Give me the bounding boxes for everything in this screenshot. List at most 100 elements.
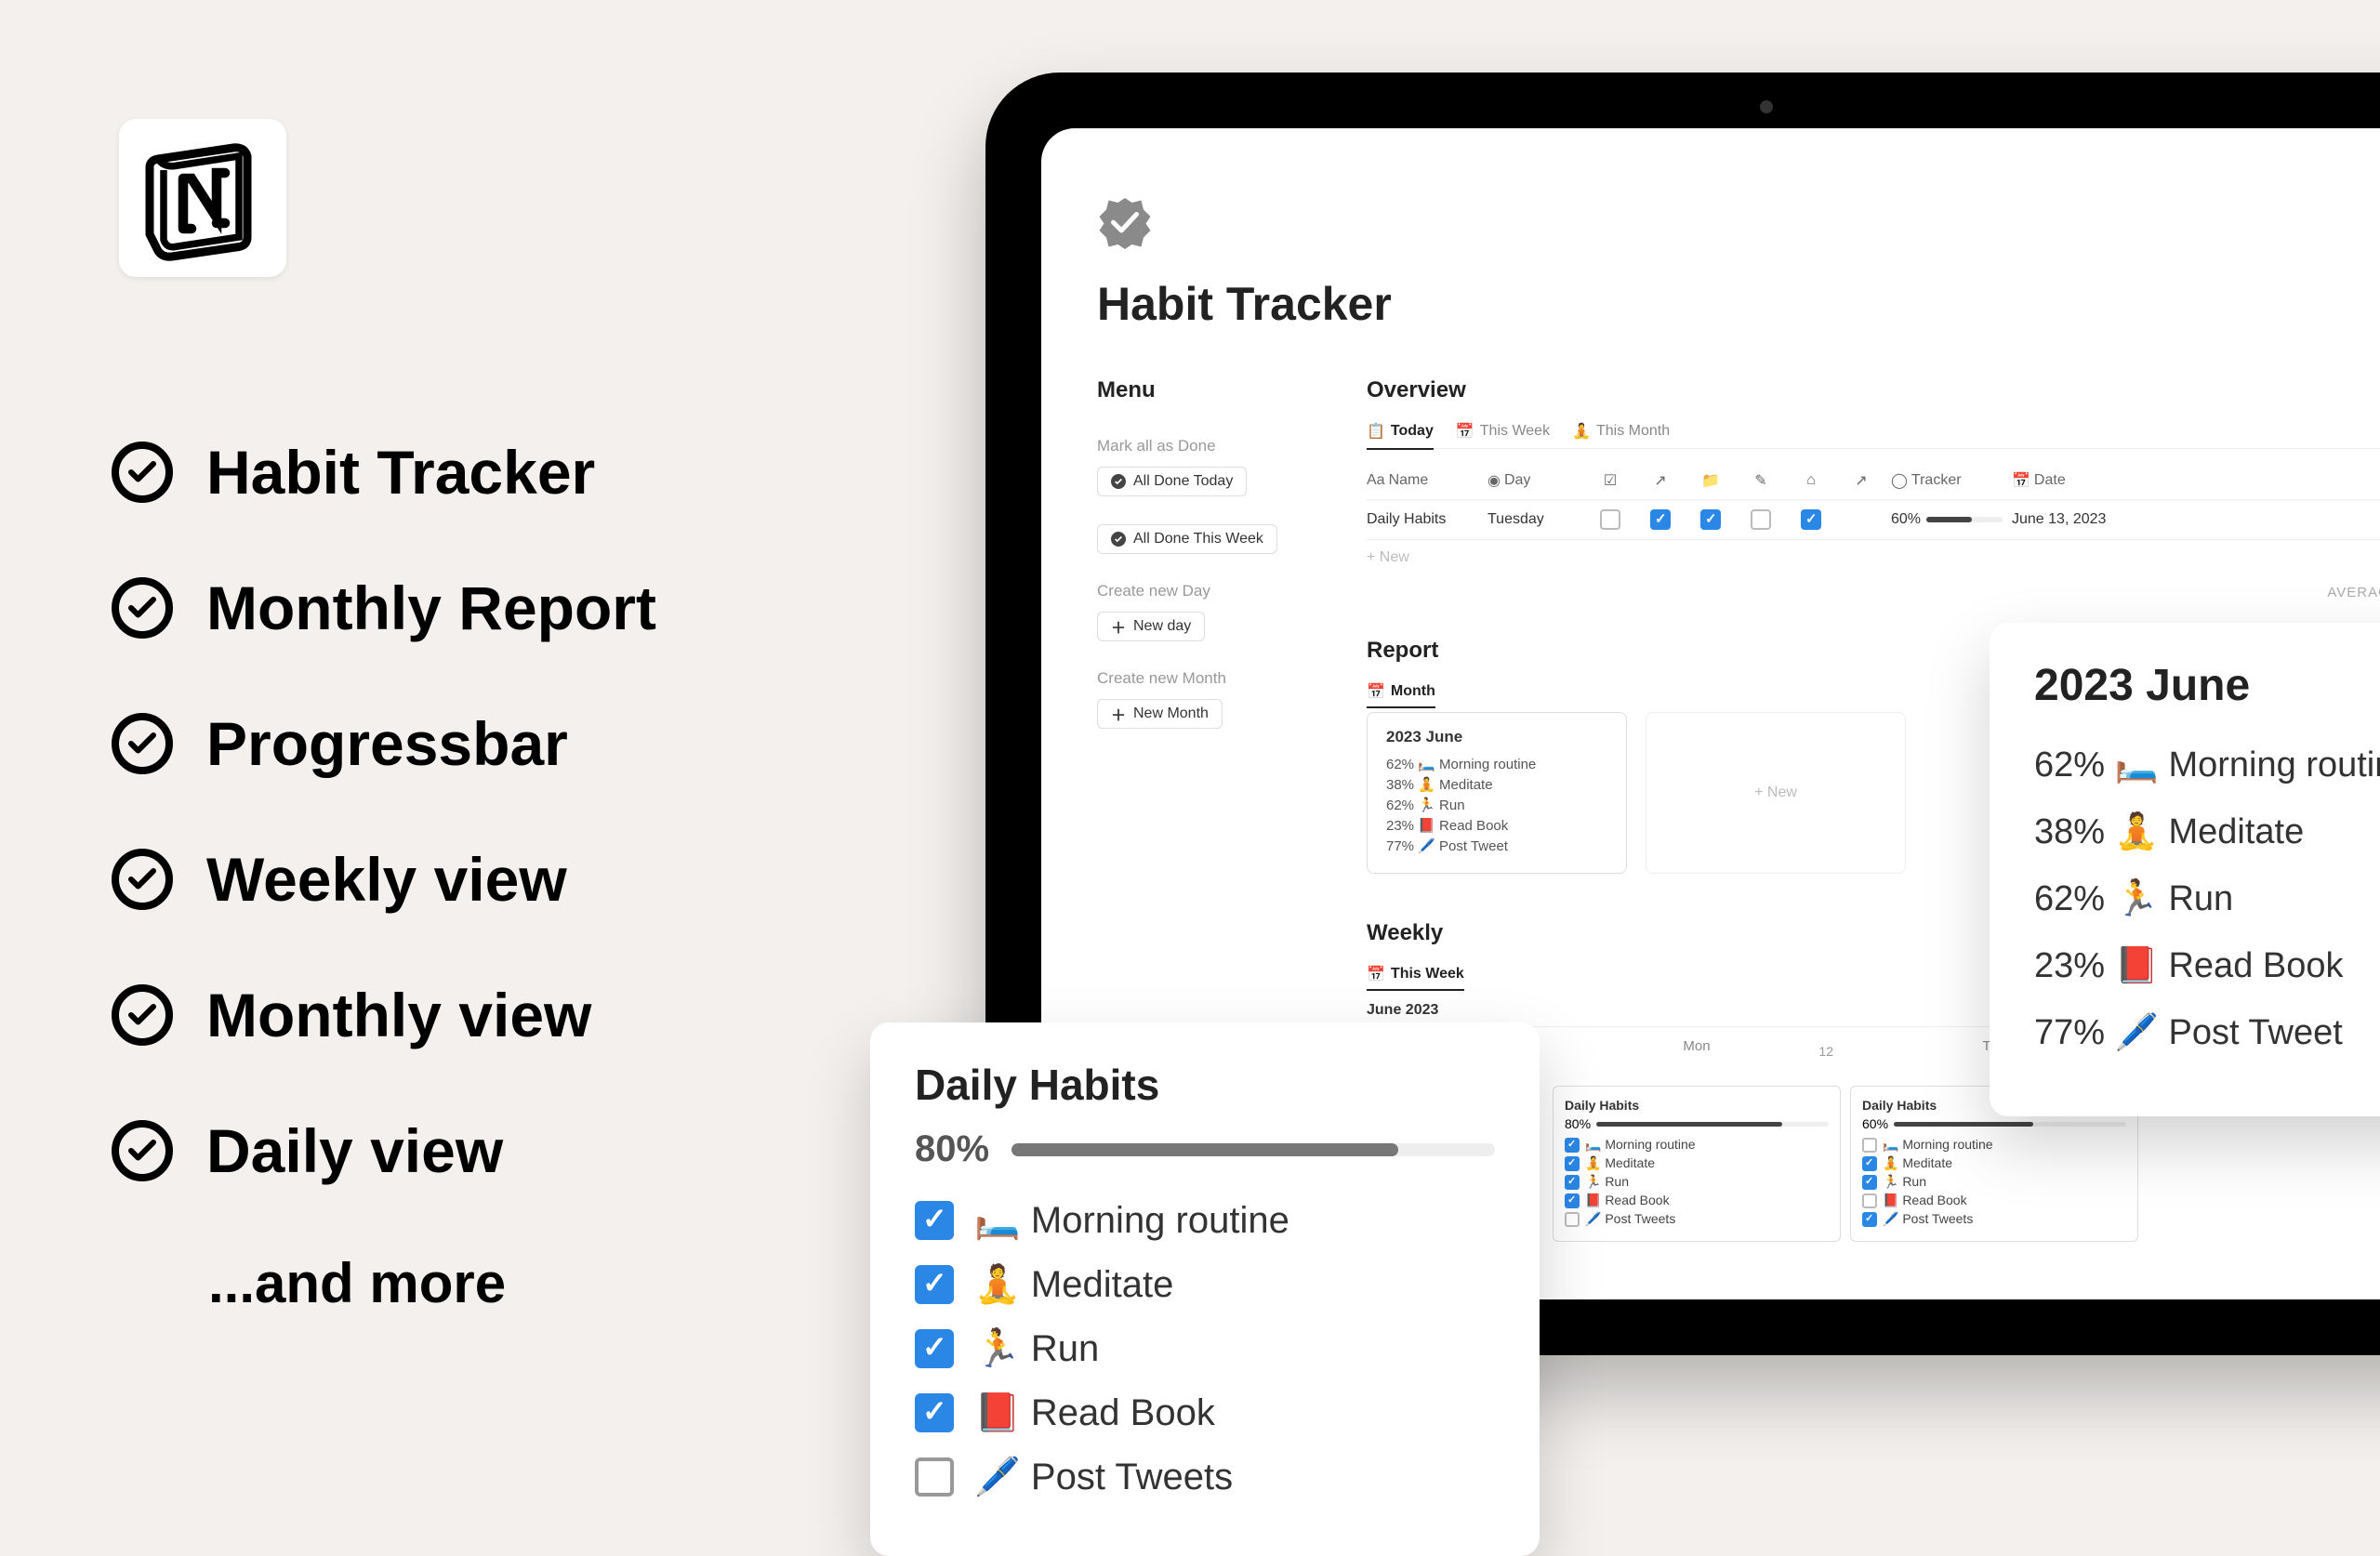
feature-item: Monthly view <box>112 980 772 1050</box>
feature-text: Monthly view <box>206 980 591 1050</box>
menu-label-month: Create new Month <box>1097 669 1311 688</box>
weekly-day-mon: Mon 12 Daily Habits 80% 🛏️ Morning routi… <box>1553 1038 1841 1242</box>
feature-text: Daily view <box>206 1115 503 1186</box>
col-cb-icon: ↗ <box>1640 471 1681 490</box>
checkbox[interactable] <box>1862 1138 1877 1153</box>
report-card[interactable]: 2023 June 62% 🛏️ Morning routine 38% 🧘 M… <box>1367 712 1627 874</box>
popup-percent: 80% <box>915 1128 989 1170</box>
cell-day: Tuesday <box>1488 511 1580 528</box>
check-circle-icon <box>112 442 173 503</box>
button-label: New Month <box>1133 705 1209 722</box>
tab-this-week[interactable]: 📅 This Week <box>1367 965 1464 991</box>
checkbox[interactable] <box>1862 1212 1877 1227</box>
habit-row: 📕 Read Book <box>915 1391 1495 1434</box>
checkbox[interactable] <box>915 1265 954 1304</box>
checkbox[interactable] <box>1862 1175 1877 1190</box>
all-done-week-button[interactable]: All Done This Week <box>1097 524 1277 554</box>
report-line: 77% 🖊️ Post Tweet <box>1386 837 1607 854</box>
page-title: Habit Tracker <box>1097 277 2380 331</box>
weekly-card[interactable]: Daily Habits 80% 🛏️ Morning routine 🧘 Me… <box>1553 1086 1841 1242</box>
feature-item: Monthly Report <box>112 573 772 643</box>
check-circle-icon <box>112 1120 173 1181</box>
report-line: 38% 🧘 Meditate <box>1386 776 1607 793</box>
progressbar <box>1012 1143 1495 1156</box>
all-done-today-button[interactable]: All Done Today <box>1097 467 1247 496</box>
checkbox[interactable] <box>1650 509 1671 530</box>
notion-cube-icon <box>133 128 272 268</box>
tablet-camera <box>1760 100 1773 113</box>
new-month-button[interactable]: ＋ New Month <box>1097 699 1223 729</box>
month-stat-line: 77% 🖊️ Post Tweet <box>2034 1012 2380 1053</box>
plus-icon: ＋ <box>1111 706 1126 721</box>
checkbox[interactable] <box>1600 509 1620 530</box>
table-header: Aa Name ◉ Day ☑ ↗ 📁 ✎ ⌂ ↗ ◯ Tracker 📅 Da… <box>1367 462 2380 500</box>
overview-table: Aa Name ◉ Day ☑ ↗ 📁 ✎ ⌂ ↗ ◯ Tracker 📅 Da… <box>1367 462 2380 600</box>
checkbox[interactable] <box>915 1201 954 1240</box>
report-line: 62% 🛏️ Morning routine <box>1386 756 1607 772</box>
month-stat-line: 62% 🛏️ Morning routine <box>2034 745 2380 785</box>
popup-progress: 80% <box>915 1128 1495 1170</box>
cell-date: June 13, 2023 <box>2012 511 2142 528</box>
col-cb-icon: ↗ <box>1841 471 1882 490</box>
new-day-button[interactable]: ＋ New day <box>1097 612 1205 641</box>
daily-habits-popup: Daily Habits 80% 🛏️ Morning routine 🧘 Me… <box>870 1022 1540 1556</box>
checkbox[interactable] <box>915 1457 954 1497</box>
checkbox[interactable] <box>1565 1193 1580 1208</box>
checkbox[interactable] <box>1565 1156 1580 1171</box>
habit-row: 🧘 Meditate <box>915 1262 1495 1306</box>
tab-this-week[interactable]: 📅 This Week <box>1456 422 1550 441</box>
checkbox[interactable] <box>915 1393 954 1432</box>
plus-icon: ＋ <box>1111 619 1126 634</box>
popup-title: Daily Habits <box>915 1060 1495 1110</box>
feature-item: Progressbar <box>112 708 772 779</box>
cell-name: Daily Habits <box>1367 511 1478 528</box>
col-cb-icon: ✎ <box>1740 471 1781 490</box>
checkbox[interactable] <box>1565 1212 1580 1227</box>
checkbox[interactable] <box>1801 509 1821 530</box>
notion-logo <box>119 119 286 277</box>
col-name: Aa Name <box>1367 472 1478 489</box>
habit-row: 🖊️ Post Tweets <box>915 1455 1495 1498</box>
checkbox[interactable] <box>1751 509 1771 530</box>
button-label: All Done Today <box>1133 473 1233 490</box>
tab-month[interactable]: 📅 Month <box>1367 682 1435 708</box>
checkbox[interactable] <box>1862 1193 1877 1208</box>
checkbox[interactable] <box>1700 509 1721 530</box>
report-line: 23% 📕 Read Book <box>1386 817 1607 834</box>
feature-item: Weekly view <box>112 844 772 915</box>
feature-item: Daily view <box>112 1115 772 1186</box>
feature-list: Habit Tracker Monthly Report Progressbar… <box>112 437 772 1315</box>
report-line: 62% 🏃 Run <box>1386 797 1607 813</box>
button-label: All Done This Week <box>1133 531 1263 547</box>
feature-text: Monthly Report <box>206 573 656 643</box>
feature-item: Habit Tracker <box>112 437 772 508</box>
average-row: AVERAGE 60% <box>1367 575 2380 600</box>
checkbox[interactable] <box>915 1329 954 1368</box>
checkbox[interactable] <box>1862 1156 1877 1171</box>
report-new-button[interactable]: + New <box>1646 712 1906 874</box>
checkbox[interactable] <box>1565 1175 1580 1190</box>
feature-text: Habit Tracker <box>206 437 595 508</box>
checkbox[interactable] <box>1565 1138 1580 1153</box>
page-badge-icon <box>1097 193 1153 249</box>
more-text: ...and more <box>208 1251 772 1315</box>
month-stat-line: 38% 🧘 Meditate <box>2034 811 2380 852</box>
popup-month-title: 2023 June <box>2034 660 2380 711</box>
tab-this-month[interactable]: 🧘 This Month <box>1572 422 1670 441</box>
month-stat-line: 62% 🏃 Run <box>2034 878 2380 919</box>
button-label: New day <box>1133 618 1191 635</box>
col-tracker: ◯ Tracker <box>1891 471 2003 490</box>
check-icon <box>1111 474 1126 489</box>
col-date: 📅 Date <box>2012 471 2142 490</box>
report-card-title: 2023 June <box>1386 728 1607 746</box>
check-circle-icon <box>112 849 173 910</box>
new-row-button[interactable]: + New <box>1367 540 2380 575</box>
check-icon <box>1111 532 1126 547</box>
col-cb-icon: 📁 <box>1690 471 1731 490</box>
feature-text: Weekly view <box>206 844 567 915</box>
menu-label-mark: Mark all as Done <box>1097 437 1311 455</box>
table-row[interactable]: Daily Habits Tuesday 60% June 13, 2023 <box>1367 500 2380 540</box>
col-cb-icon: ☑ <box>1590 471 1631 490</box>
overview-heading: Overview <box>1367 377 2380 403</box>
tab-today[interactable]: 📋 Today <box>1367 422 1434 450</box>
